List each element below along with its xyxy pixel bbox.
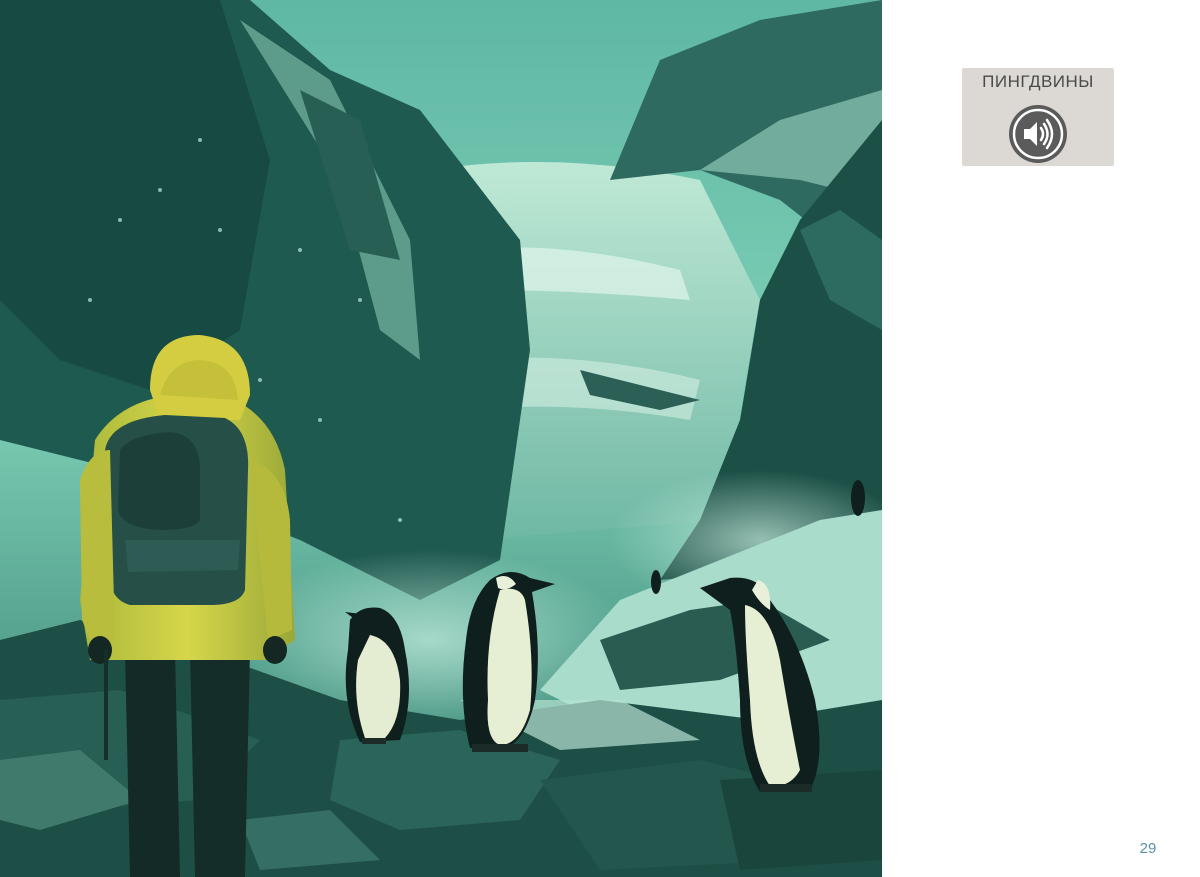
play-audio-button[interactable]: [1009, 105, 1067, 163]
book-page: ПИНГДВИНЫ 29: [0, 0, 1200, 877]
penguins-illustration: [0, 0, 882, 877]
page-number: 29: [1139, 840, 1157, 857]
audio-label: ПИНГДВИНЫ: [982, 72, 1094, 91]
speaker-icon: [1010, 106, 1066, 162]
audio-card: ПИНГДВИНЫ: [962, 68, 1114, 166]
